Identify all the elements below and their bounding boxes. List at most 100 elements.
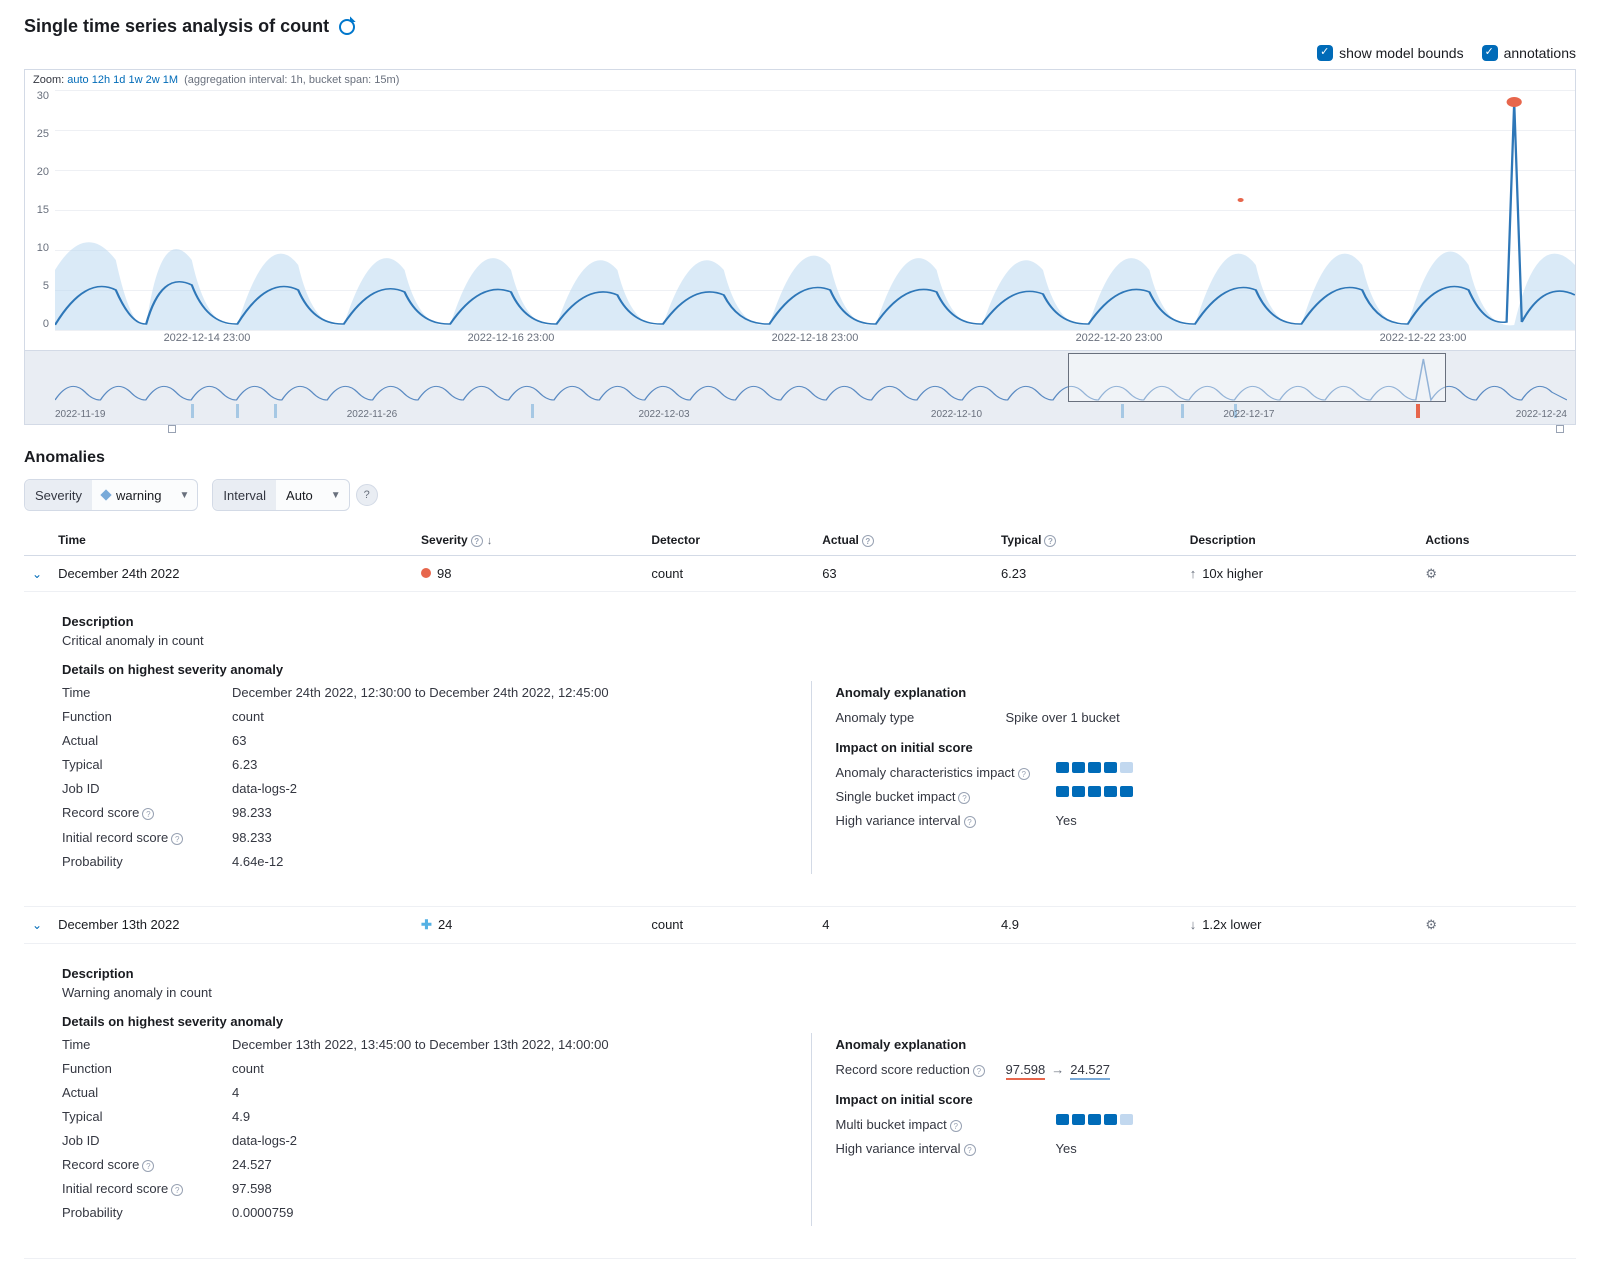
cell-detector: count — [643, 556, 814, 592]
kv-row: Function count — [62, 705, 787, 729]
gear-icon[interactable]: ⚙ — [1425, 917, 1439, 931]
checkbox-label: show model bounds — [1339, 45, 1464, 61]
top-controls: show model bounds annotations — [24, 45, 1576, 61]
y-tick: 0 — [25, 318, 49, 330]
anomaly-dot[interactable] — [1507, 97, 1522, 107]
table-row[interactable]: ⌄ December 24th 2022 98 count 63 6.23 ↑1… — [24, 556, 1576, 592]
scroll-handle-left[interactable] — [168, 425, 176, 433]
cell-severity: ✚24 — [413, 906, 643, 943]
help-icon[interactable]: ? — [964, 1144, 976, 1156]
cell-severity: 98 — [413, 556, 643, 592]
help-icon[interactable]: ? — [142, 1160, 154, 1172]
scroll-handle-right[interactable] — [1556, 425, 1564, 433]
help-icon[interactable]: ? — [142, 808, 154, 820]
plot-area[interactable] — [55, 90, 1575, 330]
checkbox-annotations[interactable]: annotations — [1482, 45, 1576, 61]
info-icon[interactable]: ? — [356, 484, 378, 506]
chevron-down-icon: ▼ — [172, 490, 198, 501]
zoom-label: Zoom: — [33, 74, 64, 86]
col-detector[interactable]: Detector — [643, 525, 814, 556]
y-tick: 5 — [25, 280, 49, 292]
col-time[interactable]: Time — [50, 525, 413, 556]
checkbox-icon — [1482, 45, 1498, 61]
help-icon[interactable]: ? — [1018, 768, 1030, 780]
ov-tick: 2022-11-26 — [347, 409, 397, 420]
detail-left-col: Time December 24th 2022, 12:30:00 to Dec… — [62, 681, 787, 874]
cell-typical: 4.9 — [993, 906, 1182, 943]
cell-actual: 4 — [814, 906, 993, 943]
y-tick: 25 — [25, 128, 49, 140]
cell-actual: 63 — [814, 556, 993, 592]
zoom-link-1d[interactable]: 1d — [113, 74, 125, 86]
detail-row: Description Critical anomaly in count De… — [24, 592, 1576, 907]
expand-icon[interactable]: ⌄ — [32, 567, 42, 581]
help-icon[interactable]: ? — [958, 792, 970, 804]
detail-left-col: Time December 13th 2022, 13:45:00 to Dec… — [62, 1033, 787, 1226]
col-description[interactable]: Description — [1182, 525, 1418, 556]
anomalies-heading: Anomalies — [24, 449, 1576, 467]
help-icon[interactable]: ? — [1044, 535, 1056, 547]
refresh-icon[interactable] — [339, 19, 355, 35]
help-icon[interactable]: ? — [964, 816, 976, 828]
x-axis: 2022-12-14 23:00 2022-12-16 23:00 2022-1… — [55, 332, 1575, 350]
zoom-link-auto[interactable]: auto — [67, 74, 88, 86]
kv-row: Multi bucket impact? — [836, 1113, 1561, 1137]
zoom-link-2w[interactable]: 2w — [146, 74, 160, 86]
chart-zoom-header: Zoom: auto 12h 1d 1w 2w 1M (aggregation … — [25, 70, 1575, 90]
x-tick: 2022-12-20 23:00 — [1076, 332, 1163, 350]
col-typical[interactable]: Typical? — [993, 525, 1182, 556]
interval-filter-value: Auto — [276, 488, 323, 503]
chevron-down-icon: ▼ — [323, 490, 349, 501]
cell-actions: ⚙ — [1417, 906, 1576, 943]
kv-row: Initial record score? 97.598 — [62, 1177, 787, 1201]
kv-row: Typical 6.23 — [62, 753, 787, 777]
zoom-link-1w[interactable]: 1w — [128, 74, 142, 86]
table-row[interactable]: ⌄ December 13th 2022 ✚24 count 4 4.9 ↓1.… — [24, 906, 1576, 943]
kv-row: Anomaly typeSpike over 1 bucket — [836, 706, 1561, 730]
x-tick: 2022-12-18 23:00 — [772, 332, 859, 350]
overview-selection[interactable] — [1068, 353, 1446, 402]
kv-row: High variance interval? Yes — [836, 1137, 1561, 1161]
interval-filter[interactable]: Interval Auto ▼ — [212, 479, 349, 511]
zoom-link-12h[interactable]: 12h — [92, 74, 110, 86]
interval-filter-label: Interval — [213, 480, 276, 510]
detail-right-col: Anomaly explanationAnomaly typeSpike ove… — [836, 681, 1561, 874]
kv-row: Time December 13th 2022, 13:45:00 to Dec… — [62, 1033, 787, 1057]
ov-tick: 2022-12-03 — [638, 409, 689, 420]
ov-tick: 2022-12-10 — [931, 409, 982, 420]
detail-desc-head: Description — [62, 614, 1560, 629]
help-icon[interactable]: ? — [950, 1120, 962, 1132]
y-tick: 30 — [25, 90, 49, 102]
help-icon[interactable]: ? — [973, 1065, 985, 1077]
checkbox-show-model-bounds[interactable]: show model bounds — [1317, 45, 1464, 61]
severity-filter-value: warning — [116, 488, 162, 503]
y-tick: 15 — [25, 204, 49, 216]
col-actual[interactable]: Actual? — [814, 525, 993, 556]
kv-row: Function count — [62, 1057, 787, 1081]
help-icon[interactable]: ? — [862, 535, 874, 547]
cell-actions: ⚙ — [1417, 556, 1576, 592]
severity-filter[interactable]: Severity warning ▼ — [24, 479, 198, 511]
small-anomaly-mark — [1238, 198, 1244, 202]
col-severity[interactable]: Severity?↓ — [413, 525, 643, 556]
kv-row: Single bucket impact? — [836, 785, 1561, 809]
expand-icon[interactable]: ⌄ — [32, 918, 42, 932]
help-icon[interactable]: ? — [471, 535, 483, 547]
detail-panel: Description Warning anomaly in count Det… — [32, 954, 1568, 1248]
kv-row: Anomaly characteristics impact? — [836, 761, 1561, 785]
col-actions[interactable]: Actions — [1417, 525, 1576, 556]
overview-chart[interactable]: 2022-11-19 2022-11-26 2022-12-03 2022-12… — [25, 350, 1575, 424]
detail-highest-head: Details on highest severity anomaly — [62, 662, 1560, 677]
severity-plus-icon: ✚ — [421, 917, 432, 932]
sort-down-icon: ↓ — [487, 535, 493, 547]
ov-tick: 2022-12-24 — [1516, 409, 1567, 420]
overview-plot[interactable] — [55, 353, 1567, 402]
help-icon[interactable]: ? — [171, 833, 183, 845]
zoom-link-1M[interactable]: 1M — [163, 74, 178, 86]
kv-row: Initial record score? 98.233 — [62, 826, 787, 850]
help-icon[interactable]: ? — [171, 1184, 183, 1196]
explain-head: Anomaly explanation — [836, 1037, 1561, 1052]
main-chart[interactable]: 30 25 20 15 10 5 0 2022-12-14 23:00 — [25, 90, 1575, 350]
cell-time: December 13th 2022 — [50, 906, 413, 943]
gear-icon[interactable]: ⚙ — [1425, 566, 1439, 580]
